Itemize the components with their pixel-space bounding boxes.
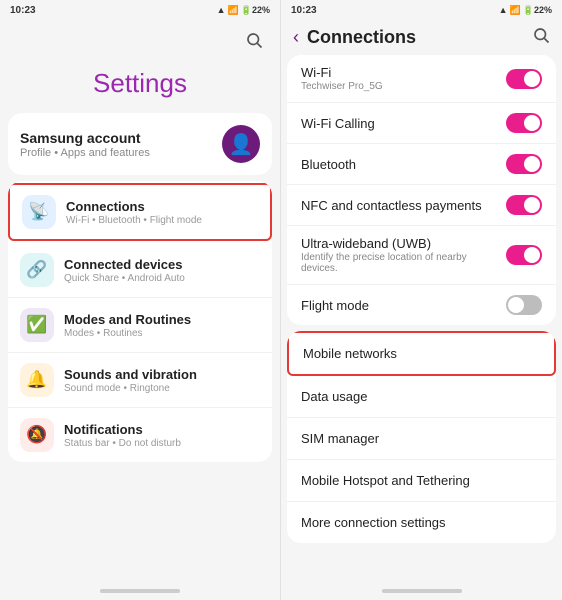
flight-mode-toggle[interactable] — [506, 295, 542, 315]
flight-mode-item[interactable]: Flight mode — [287, 285, 556, 325]
left-bottom-indicator — [100, 589, 180, 593]
page-title: Connections — [307, 27, 532, 48]
right-status-bar: 10:23 ▲ 📶 🔋22% — [281, 0, 562, 20]
plain-items-section: Mobile networks Data usage SIM manager M… — [287, 331, 556, 543]
right-status-icons: ▲ 📶 🔋22% — [499, 5, 552, 16]
right-header: ‹ Connections — [281, 20, 562, 55]
mobile-networks-title: Mobile networks — [303, 346, 540, 361]
wifi-title: Wi-Fi — [301, 65, 506, 80]
sidebar-item-connected-devices[interactable]: 🔗 Connected devices Quick Share • Androi… — [8, 243, 272, 298]
sidebar-item-sounds[interactable]: 🔔 Sounds and vibration Sound mode • Ring… — [8, 353, 272, 408]
wifi-calling-toggle[interactable] — [506, 113, 542, 133]
settings-title: Settings — [0, 58, 280, 113]
connections-title: Connections — [66, 199, 202, 214]
bluetooth-item[interactable]: Bluetooth — [287, 144, 556, 185]
uwb-sub: Identify the precise location of nearby … — [301, 252, 506, 274]
notifications-sub: Status bar • Do not disturb — [64, 438, 181, 449]
left-time: 10:23 — [10, 5, 36, 16]
mobile-hotspot-item[interactable]: Mobile Hotspot and Tethering — [287, 460, 556, 502]
connections-sub: Wi-Fi • Bluetooth • Flight mode — [66, 215, 202, 226]
left-header — [0, 20, 280, 58]
uwb-toggle[interactable] — [506, 245, 542, 265]
sim-manager-item[interactable]: SIM manager — [287, 418, 556, 460]
sim-manager-title: SIM manager — [301, 431, 542, 446]
bluetooth-toggle[interactable] — [506, 154, 542, 174]
wifi-sub: Techwiser Pro_5G — [301, 81, 506, 92]
samsung-account-card[interactable]: Samsung account Profile • Apps and featu… — [8, 113, 272, 175]
connections-icon: 📡 — [22, 195, 56, 229]
bluetooth-title: Bluetooth — [301, 157, 506, 172]
modes-routines-icon: ✅ — [20, 308, 54, 342]
notifications-icon: 🔕 — [20, 418, 54, 452]
modes-routines-sub: Modes • Routines — [64, 328, 191, 339]
connected-devices-sub: Quick Share • Android Auto — [64, 273, 185, 284]
mobile-networks-item[interactable]: Mobile networks — [287, 331, 556, 376]
sidebar-item-connections[interactable]: 📡 Connections Wi-Fi • Bluetooth • Flight… — [8, 183, 272, 241]
sounds-title: Sounds and vibration — [64, 367, 197, 382]
left-search-button[interactable] — [240, 26, 268, 54]
sidebar-item-modes-routines[interactable]: ✅ Modes and Routines Modes • Routines — [8, 298, 272, 353]
left-panel: 10:23 ▲ 📶 🔋22% Settings Samsung account … — [0, 0, 281, 600]
account-name: Samsung account — [20, 130, 150, 146]
nfc-title: NFC and contactless payments — [301, 198, 506, 213]
right-time: 10:23 — [291, 5, 317, 16]
uwb-item[interactable]: Ultra-wideband (UWB) Identify the precis… — [287, 226, 556, 285]
wifi-calling-item[interactable]: Wi-Fi Calling — [287, 103, 556, 144]
right-bottom-indicator — [382, 589, 462, 593]
wifi-calling-title: Wi-Fi Calling — [301, 116, 506, 131]
connected-devices-title: Connected devices — [64, 257, 185, 272]
avatar-icon: 👤 — [229, 132, 254, 157]
sidebar-item-notifications[interactable]: 🔕 Notifications Status bar • Do not dist… — [8, 408, 272, 462]
left-status-icons: ▲ 📶 🔋22% — [217, 5, 270, 16]
flight-mode-title: Flight mode — [301, 298, 506, 313]
data-usage-title: Data usage — [301, 389, 542, 404]
right-bottom-bar — [281, 582, 562, 600]
data-usage-item[interactable]: Data usage — [287, 376, 556, 418]
nfc-toggle[interactable] — [506, 195, 542, 215]
search-button[interactable] — [532, 26, 550, 49]
back-button[interactable]: ‹ — [293, 27, 299, 48]
nfc-item[interactable]: NFC and contactless payments — [287, 185, 556, 226]
modes-routines-title: Modes and Routines — [64, 312, 191, 327]
avatar: 👤 — [222, 125, 260, 163]
settings-list: 📡 Connections Wi-Fi • Bluetooth • Flight… — [8, 181, 272, 462]
wifi-toggle[interactable] — [506, 69, 542, 89]
mobile-hotspot-title: Mobile Hotspot and Tethering — [301, 473, 542, 488]
left-bottom-bar — [0, 582, 280, 600]
notifications-title: Notifications — [64, 422, 181, 437]
left-status-bar: 10:23 ▲ 📶 🔋22% — [0, 0, 280, 20]
connected-devices-icon: 🔗 — [20, 253, 54, 287]
uwb-title: Ultra-wideband (UWB) — [301, 236, 506, 251]
more-connection-title: More connection settings — [301, 515, 542, 530]
right-panel: 10:23 ▲ 📶 🔋22% ‹ Connections Wi-Fi Techw… — [281, 0, 562, 600]
sounds-icon: 🔔 — [20, 363, 54, 397]
account-sub: Profile • Apps and features — [20, 147, 150, 159]
wifi-item[interactable]: Wi-Fi Techwiser Pro_5G — [287, 55, 556, 103]
sounds-sub: Sound mode • Ringtone — [64, 383, 197, 394]
toggle-items-section: Wi-Fi Techwiser Pro_5G Wi-Fi Calling Blu… — [287, 55, 556, 325]
more-connection-item[interactable]: More connection settings — [287, 502, 556, 543]
